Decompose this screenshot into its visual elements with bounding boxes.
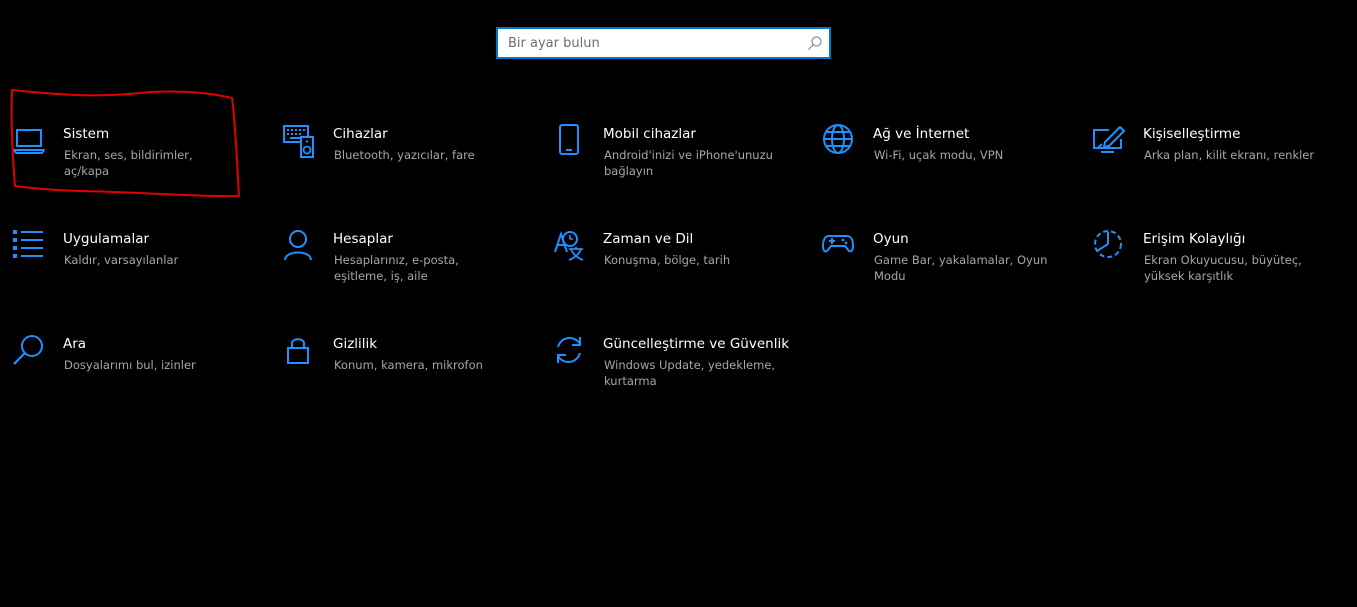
tile-cihazlar[interactable]: Cihazlar Bluetooth, yazıcılar, fare [283, 125, 533, 195]
gamepad-icon [822, 230, 857, 264]
app-list-icon [13, 230, 47, 264]
tile-sistem[interactable]: Sistem Ekran, ses, bildirimler, aç/kapa [13, 125, 263, 195]
search-box[interactable] [496, 27, 831, 59]
search-icon[interactable] [807, 35, 823, 51]
sync-arrows-icon [553, 335, 587, 369]
search-input[interactable] [498, 29, 808, 57]
red-highlight-annotation [10, 89, 240, 198]
tile-description: Game Bar, yakalamalar, Oyun Modu [874, 253, 1048, 283]
tile-title: Sistem [63, 126, 110, 142]
phone-icon [553, 124, 587, 159]
settings-home: Sistem Ekran, ses, bildirimler, aç/kapa … [0, 0, 1357, 607]
tile-description: Konuşma, bölge, tarih [604, 253, 731, 267]
tile-title: Uygulamalar [63, 231, 150, 247]
tile-description: Windows Update, yedekleme, kurtarma [604, 358, 776, 388]
tile-description: Android'inizi ve iPhone'unuzu bağlayın [604, 148, 773, 178]
tile-title: Ara [63, 336, 87, 352]
tile-description: Dosyalarımı bul, izinler [64, 358, 196, 372]
tile-hesaplar[interactable]: Hesaplar Hesaplarınız, e-posta, eşitleme… [283, 230, 533, 300]
tile-title: Ağ ve İnternet [873, 126, 970, 142]
laptop-icon [13, 125, 47, 159]
tile-uygulamalar[interactable]: Uygulamalar Kaldır, varsayılanlar [13, 230, 263, 300]
tile-erisim-kolayligi[interactable]: Erişim Kolaylığı Ekran Okuyucusu, büyüte… [1093, 230, 1343, 300]
tile-zaman-ve-dil[interactable]: Zaman ve Dil Konuşma, bölge, tarih [553, 230, 803, 300]
tile-title: Cihazlar [333, 126, 388, 142]
globe-icon [823, 124, 857, 159]
tile-description: Wi-Fi, uçak modu, VPN [874, 148, 1004, 162]
tile-ara[interactable]: Ara Dosyalarımı bul, izinler [13, 335, 263, 405]
tile-description: Arka plan, kilit ekranı, renkler [1144, 148, 1315, 162]
brush-screen-icon [1093, 125, 1127, 159]
magnifier-icon [13, 335, 47, 369]
tile-description: Ekran Okuyucusu, büyüteç, yüksek karşıtl… [1144, 253, 1302, 283]
tile-title: Hesaplar [333, 231, 393, 247]
tile-kisisellestirme[interactable]: Kişiselleştirme Arka plan, kilit ekranı,… [1093, 125, 1343, 195]
keyboard-speaker-icon [283, 125, 317, 159]
tile-description: Hesaplarınız, e-posta, eşitleme, iş, ail… [334, 253, 459, 283]
tile-title: Kişiselleştirme [1143, 126, 1241, 142]
lock-icon [283, 335, 317, 369]
tile-description: Bluetooth, yazıcılar, fare [334, 148, 475, 162]
ease-of-access-icon [1093, 230, 1127, 264]
tile-gizlilik[interactable]: Gizlilik Konum, kamera, mikrofon [283, 335, 533, 405]
tile-oyun[interactable]: Oyun Game Bar, yakalamalar, Oyun Modu [822, 230, 1073, 300]
tile-description: Ekran, ses, bildirimler, aç/kapa [64, 148, 193, 178]
tile-description: Konum, kamera, mikrofon [334, 358, 483, 372]
tile-title: Güncelleştirme ve Güvenlik [603, 336, 790, 352]
tile-ag-ve-internet[interactable]: Ağ ve İnternet Wi-Fi, uçak modu, VPN [823, 124, 1073, 195]
tile-description: Kaldır, varsayılanlar [64, 253, 179, 267]
tile-title: Oyun [873, 231, 909, 247]
tile-title: Mobil cihazlar [603, 126, 696, 142]
tile-title: Erişim Kolaylığı [1143, 231, 1246, 247]
person-icon [283, 230, 317, 264]
tile-mobil-cihazlar[interactable]: Mobil cihazlar Android'inizi ve iPhone'u… [553, 124, 803, 195]
tile-title: Gizlilik [333, 336, 378, 352]
tile-title: Zaman ve Dil [603, 231, 694, 247]
time-language-icon [553, 230, 587, 264]
tile-guncellestirme-ve-guvenlik[interactable]: Güncelleştirme ve Güvenlik Windows Updat… [553, 335, 803, 405]
